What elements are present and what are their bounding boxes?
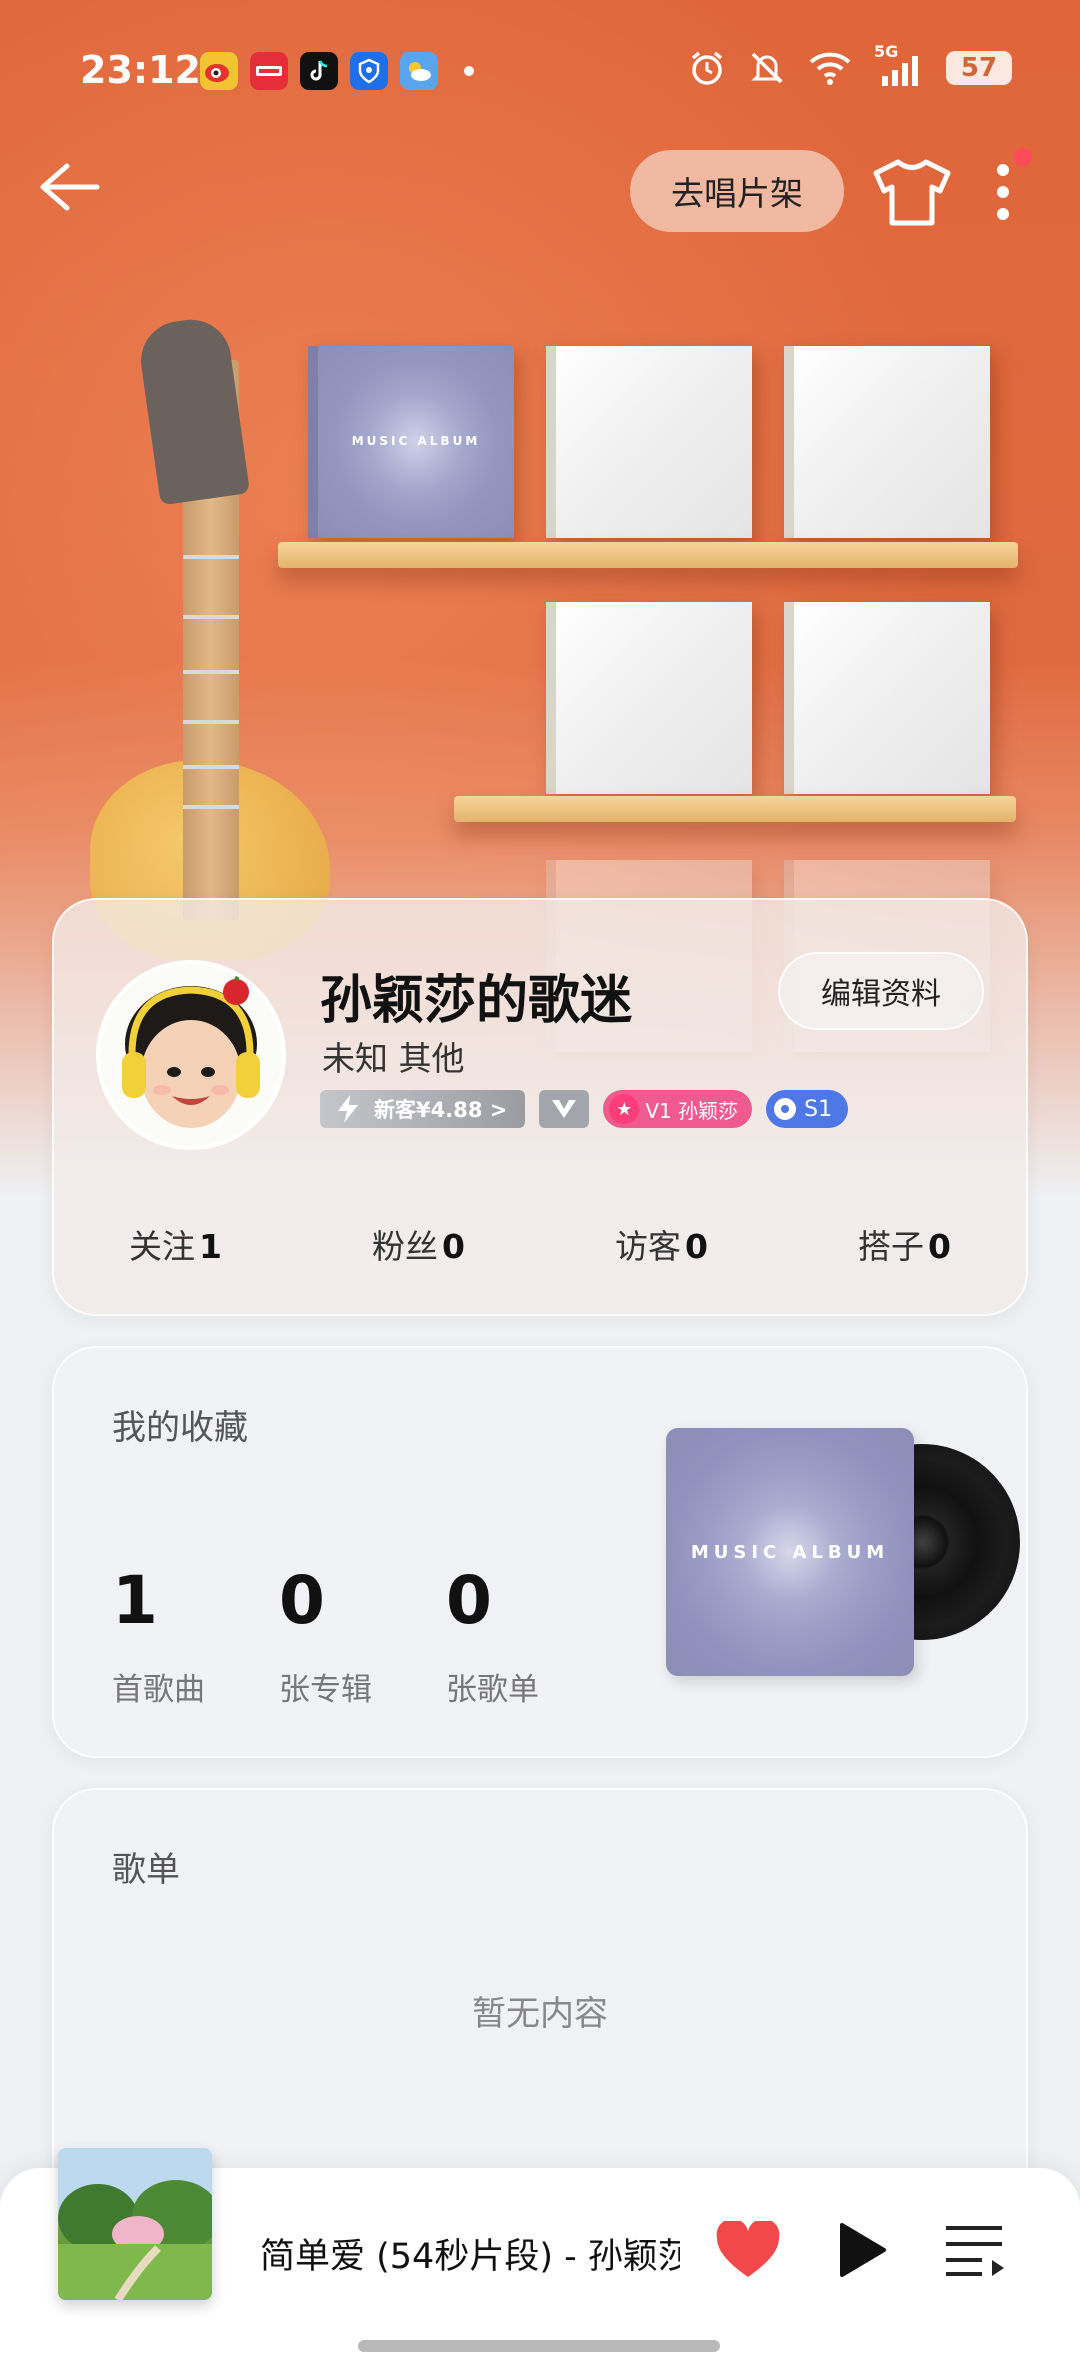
vip-level-text: V1 孙颖莎 <box>645 1098 739 1123</box>
stat-visitors[interactable]: 访客 0 <box>615 1220 708 1268</box>
album-label: MUSIC ALBUM <box>351 434 481 448</box>
edit-profile-button[interactable]: 编辑资料 <box>778 952 984 1030</box>
theme-skin-button[interactable] <box>870 150 954 234</box>
now-playing-cover[interactable] <box>58 2148 212 2300</box>
avatar[interactable] <box>96 960 286 1150</box>
favorite-albums-count[interactable]: 0 张专辑 <box>279 1568 372 1709</box>
play-queue-button[interactable] <box>934 2210 1014 2290</box>
like-button[interactable] <box>708 2210 788 2290</box>
go-to-record-shelf-button[interactable]: 去唱片架 <box>630 150 844 232</box>
heart-icon <box>716 2221 780 2277</box>
shelf-album-empty <box>784 602 990 794</box>
xiaohongshu-icon <box>250 52 288 90</box>
landscape-artwork <box>58 2148 212 2300</box>
shelf-album-empty <box>546 602 752 794</box>
star-icon: ★ <box>609 1094 640 1124</box>
user-nickname: 孙颖莎的歌迷 <box>320 971 633 1031</box>
playlists-title: 歌单 <box>112 1850 180 1890</box>
cellular-signal-icon: 5G <box>874 42 924 88</box>
v-badge[interactable] <box>539 1090 590 1128</box>
profile-card: 孙颖莎的歌迷 未知 其他 新客¥4.88 > ★ V1 孙颖莎 S1 编辑资料 … <box>52 898 1028 1316</box>
album-cover: MUSIC ALBUM <box>666 1428 914 1676</box>
battery-indicator: 57 <box>946 51 1012 85</box>
status-time: 23:12 <box>80 48 201 92</box>
back-button[interactable] <box>34 152 104 222</box>
user-subinfo: 未知 其他 <box>322 1039 465 1078</box>
arrow-left-icon <box>40 163 100 211</box>
v-icon <box>552 1100 577 1118</box>
vip-level-badge[interactable]: ★ V1 孙颖莎 <box>603 1090 753 1128</box>
status-bar: 23:12 5G 57 <box>0 0 1080 140</box>
badge-row: 新客¥4.88 > ★ V1 孙颖莎 S1 <box>320 1090 849 1128</box>
favorites-card[interactable]: 我的收藏 1 首歌曲 0 张专辑 0 张歌单 MUSIC ALBUM <box>52 1346 1028 1758</box>
mute-icon <box>751 52 783 84</box>
new-user-coupon-text: 新客¥4.88 > <box>374 1098 508 1122</box>
wifi-icon <box>809 52 851 85</box>
tshirt-icon <box>873 159 951 226</box>
disc-icon <box>774 1098 797 1120</box>
stat-followers[interactable]: 粉丝 0 <box>372 1220 465 1268</box>
favorites-stats: 1 首歌曲 0 张专辑 0 张歌单 <box>112 1568 539 1709</box>
weather-icon <box>400 52 438 90</box>
shelf-album-filled: MUSIC ALBUM <box>308 346 514 538</box>
shelf-album-empty <box>784 346 990 538</box>
stat-partners[interactable]: 搭子 0 <box>858 1220 951 1268</box>
notification-more-dot <box>464 66 474 76</box>
more-vertical-icon <box>997 164 1009 220</box>
album-cover-text: MUSIC ALBUM <box>690 1542 890 1563</box>
tiktok-icon <box>300 52 338 90</box>
bolt-icon <box>338 1095 358 1123</box>
now-playing-title[interactable]: 简单爱 (54秒片段) - 孙颖莎 <box>260 2228 680 2279</box>
play-button[interactable] <box>822 2210 902 2290</box>
empty-state-text: 暂无内容 <box>472 1994 608 2034</box>
shelf-top <box>278 542 1018 568</box>
favorites-title: 我的收藏 <box>112 1408 248 1448</box>
playlist-queue-icon <box>946 2226 1004 2276</box>
new-user-coupon-badge[interactable]: 新客¥4.88 > <box>320 1090 526 1128</box>
shelf-album-empty <box>546 346 752 538</box>
weibo-icon <box>200 52 238 90</box>
season-text: S1 <box>804 1096 833 1122</box>
avatar-image <box>100 964 282 1146</box>
season-badge[interactable]: S1 <box>766 1090 849 1128</box>
favorite-playlists-count[interactable]: 0 张歌单 <box>446 1568 539 1709</box>
social-stats: 关注 1 粉丝 0 访客 0 搭子 0 <box>54 1220 1026 1268</box>
stat-following[interactable]: 关注 1 <box>129 1220 222 1268</box>
alarm-icon <box>691 51 723 85</box>
favorite-songs-count[interactable]: 1 首歌曲 <box>112 1568 205 1709</box>
home-indicator <box>358 2340 720 2352</box>
play-icon <box>840 2223 886 2277</box>
status-right: 5G 57 <box>688 42 1012 88</box>
status-app-icons <box>200 52 474 90</box>
security-icon <box>350 52 388 90</box>
shelf-bottom <box>454 796 1016 822</box>
notification-red-dot <box>1014 148 1032 166</box>
